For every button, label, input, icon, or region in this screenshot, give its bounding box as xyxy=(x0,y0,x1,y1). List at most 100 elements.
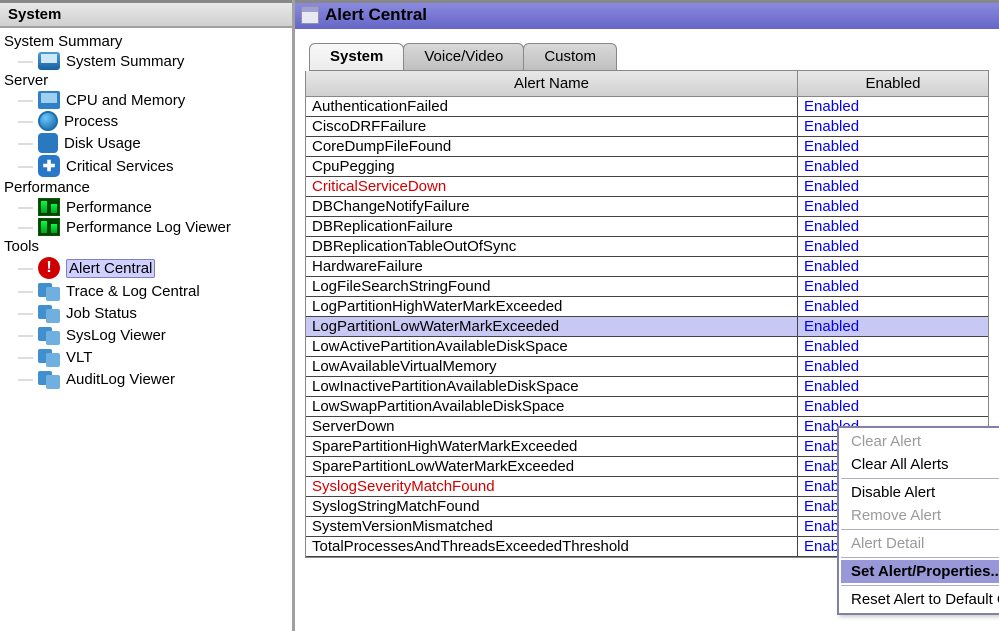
menu-item-alert-detail: Alert Detail xyxy=(841,532,999,555)
table-row[interactable]: CiscoDRFFailureEnabled xyxy=(306,117,988,137)
table-row[interactable]: AuthenticationFailedEnabled xyxy=(306,97,988,117)
alert-status-cell: Enabled xyxy=(798,97,988,116)
perf-icon xyxy=(38,218,60,236)
tree-item-system-summary[interactable]: — System Summary xyxy=(0,51,292,71)
tree-branch-icon: — xyxy=(18,371,32,388)
tree-item-critical-services[interactable]: —✚Critical Services xyxy=(0,154,292,178)
alert-name-cell: LogPartitionHighWaterMarkExceeded xyxy=(306,297,798,316)
tree-branch-icon: — xyxy=(18,327,32,344)
table-row[interactable]: CoreDumpFileFoundEnabled xyxy=(306,137,988,157)
alert-name-cell: LowInactivePartitionAvailableDiskSpace xyxy=(306,377,798,396)
table-row[interactable]: CpuPeggingEnabled xyxy=(306,157,988,177)
alert-status-cell: Enabled xyxy=(798,297,988,316)
table-row[interactable]: HardwareFailureEnabled xyxy=(306,257,988,277)
perf-icon xyxy=(38,198,60,216)
sidebar-title: System xyxy=(0,0,292,28)
menu-item-reset-alert-to-default-config[interactable]: Reset Alert to Default Config xyxy=(841,588,999,611)
alert-status-cell: Enabled xyxy=(798,337,988,356)
tree-item-alert-central[interactable]: —!Alert Central xyxy=(0,256,292,280)
tree-section[interactable]: Performance xyxy=(0,178,292,197)
tree-item-label: System Summary xyxy=(66,53,184,70)
tree-item-performance-log-viewer[interactable]: —Performance Log Viewer xyxy=(0,217,292,237)
alert-name-cell: HardwareFailure xyxy=(306,257,798,276)
tree-item-label: Disk Usage xyxy=(64,135,141,152)
tree-item-label: Trace & Log Central xyxy=(66,283,200,300)
tree-item-performance[interactable]: —Performance xyxy=(0,197,292,217)
disk-icon xyxy=(38,133,58,153)
tree-item-label: AuditLog Viewer xyxy=(66,371,175,388)
table-row[interactable]: LogFileSearchStringFoundEnabled xyxy=(306,277,988,297)
alert-status-cell: Enabled xyxy=(798,277,988,296)
alert-name-cell: SyslogStringMatchFound xyxy=(306,497,798,516)
col-alert-name[interactable]: Alert Name xyxy=(306,71,798,96)
table-row[interactable]: LowSwapPartitionAvailableDiskSpaceEnable… xyxy=(306,397,988,417)
tree-branch-icon: — xyxy=(18,305,32,322)
menu-separator xyxy=(841,557,999,558)
alert-status-cell: Enabled xyxy=(798,197,988,216)
alert-name-cell: AuthenticationFailed xyxy=(306,97,798,116)
tree-section[interactable]: Server xyxy=(0,71,292,90)
table-row[interactable]: DBReplicationFailureEnabled xyxy=(306,217,988,237)
tree-item-syslog-viewer[interactable]: — SysLog Viewer xyxy=(0,324,292,346)
tree-item-trace-log-central[interactable]: —Trace & Log Central xyxy=(0,280,292,302)
alert-name-cell: TotalProcessesAndThreadsExceededThreshol… xyxy=(306,537,798,556)
table-row[interactable]: CriticalServiceDownEnabled xyxy=(306,177,988,197)
app-root: System System Summary—System SummaryServ… xyxy=(0,0,999,631)
tool-icon xyxy=(38,281,60,301)
alert-name-cell: SystemVersionMismatched xyxy=(306,517,798,536)
tree-item-job-status[interactable]: —Job Status xyxy=(0,302,292,324)
tree-item-label: Performance Log Viewer xyxy=(66,219,231,236)
alert-name-cell: CpuPegging xyxy=(306,157,798,176)
tool-icon xyxy=(38,347,60,367)
alert-name-cell: CriticalServiceDown xyxy=(306,177,798,196)
tree-branch-icon: — xyxy=(18,260,32,277)
tree-item-label: Critical Services xyxy=(66,158,174,175)
alert-name-cell: SyslogSeverityMatchFound xyxy=(306,477,798,496)
menu-item-disable-alert[interactable]: Disable Alert xyxy=(841,481,999,504)
menu-item-set-alert-properties-[interactable]: Set Alert/Properties... xyxy=(841,560,999,583)
alert-name-cell: LowAvailableVirtualMemory xyxy=(306,357,798,376)
tree-item-process[interactable]: —Process xyxy=(0,110,292,132)
tree-branch-icon: — xyxy=(18,53,32,70)
menu-item-clear-all-alerts[interactable]: Clear All Alerts xyxy=(841,453,999,476)
alert-name-cell: LowActivePartitionAvailableDiskSpace xyxy=(306,337,798,356)
tree-branch-icon: — xyxy=(18,199,32,216)
tool-icon xyxy=(38,325,60,345)
table-row[interactable]: LowAvailableVirtualMemoryEnabled xyxy=(306,357,988,377)
table-row[interactable]: LogPartitionHighWaterMarkExceededEnabled xyxy=(306,297,988,317)
tab-custom[interactable]: Custom xyxy=(523,43,617,70)
main-title: Alert Central xyxy=(325,5,427,25)
tree-item-auditlog-viewer[interactable]: — AuditLog Viewer xyxy=(0,368,292,390)
tree-section[interactable]: System Summary xyxy=(0,32,292,51)
cpu-icon xyxy=(38,91,60,109)
tree-branch-icon: — xyxy=(18,135,32,152)
tree-item-label: SysLog Viewer xyxy=(66,327,166,344)
table-row[interactable]: LowInactivePartitionAvailableDiskSpaceEn… xyxy=(306,377,988,397)
table-row[interactable]: DBReplicationTableOutOfSyncEnabled xyxy=(306,237,988,257)
menu-item-remove-alert: Remove Alert xyxy=(841,504,999,527)
tree-branch-icon: — xyxy=(18,349,32,366)
tree-item-vlt[interactable]: —VLT xyxy=(0,346,292,368)
menu-separator xyxy=(841,478,999,479)
tree-section[interactable]: Tools xyxy=(0,237,292,256)
alert-status-cell: Enabled xyxy=(798,317,988,336)
alert-name-cell: SparePartitionLowWaterMarkExceeded xyxy=(306,457,798,476)
window-icon xyxy=(301,6,319,24)
col-enabled[interactable]: Enabled xyxy=(798,71,988,96)
process-icon xyxy=(38,111,58,131)
alert-status-cell: Enabled xyxy=(798,217,988,236)
tree-item-disk-usage[interactable]: — Disk Usage xyxy=(0,132,292,154)
tab-system[interactable]: System xyxy=(309,43,404,70)
table-row[interactable]: LogPartitionLowWaterMarkExceededEnabled xyxy=(306,317,988,337)
sidebar: System System Summary—System SummaryServ… xyxy=(0,0,295,631)
table-row[interactable]: LowActivePartitionAvailableDiskSpaceEnab… xyxy=(306,337,988,357)
sidebar-tree: System Summary—System SummaryServer—CPU … xyxy=(0,28,292,390)
tree-item-cpu-and-memory[interactable]: —CPU and Memory xyxy=(0,90,292,110)
table-row[interactable]: DBChangeNotifyFailureEnabled xyxy=(306,197,988,217)
alert-name-cell: ServerDown xyxy=(306,417,798,436)
alert-status-cell: Enabled xyxy=(798,117,988,136)
main-panel: Alert Central SystemVoice/VideoCustom Al… xyxy=(295,0,999,631)
tree-branch-icon: — xyxy=(18,113,32,130)
tree-item-label: CPU and Memory xyxy=(66,92,185,109)
tab-voice-video[interactable]: Voice/Video xyxy=(403,43,524,70)
